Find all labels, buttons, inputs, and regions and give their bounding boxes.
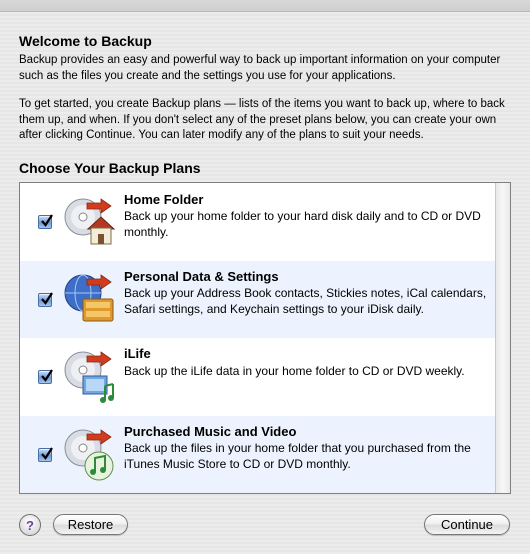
restore-button[interactable]: Restore — [53, 514, 128, 535]
welcome-paragraph-1: Backup provides an easy and powerful way… — [19, 54, 501, 82]
ilife-icon — [61, 346, 119, 404]
plan-row-ilife[interactable]: iLife Back up the iLife data in your hom… — [20, 338, 496, 416]
plan-checkbox-personal-data[interactable] — [38, 292, 53, 307]
personal-data-icon — [61, 269, 119, 327]
plan-description-purchased-music: Back up the files in your home folder th… — [124, 441, 471, 471]
purchased-music-icon — [61, 424, 119, 482]
backup-plans-list[interactable]: Home Folder Back up your home folder to … — [19, 182, 511, 494]
plan-description-personal-data: Back up your Address Book contacts, Stic… — [124, 286, 487, 316]
welcome-paragraph-2: To get started, you create Backup plans … — [19, 98, 505, 141]
plans-list-scrollbar[interactable] — [495, 183, 510, 493]
help-button[interactable]: ? — [19, 514, 41, 536]
welcome-title: Welcome to Backup — [19, 33, 152, 49]
continue-button[interactable]: Continue — [424, 514, 510, 535]
plans-section-title: Choose Your Backup Plans — [19, 160, 201, 176]
plan-row-purchased-music[interactable]: Purchased Music and Video Back up the fi… — [20, 416, 496, 493]
plan-title-home-folder: Home Folder — [124, 192, 204, 207]
plan-title-personal-data: Personal Data & Settings — [124, 269, 279, 284]
window-top-edge — [0, 0, 530, 12]
plan-row-personal-data[interactable]: Personal Data & Settings Back up your Ad… — [20, 261, 496, 338]
plan-row-home-folder[interactable]: Home Folder Back up your home folder to … — [20, 183, 496, 261]
plan-description-home-folder: Back up your home folder to your hard di… — [124, 209, 481, 239]
home-folder-icon — [61, 191, 119, 249]
plan-checkbox-home-folder[interactable] — [38, 214, 53, 229]
plan-checkbox-ilife[interactable] — [38, 369, 53, 384]
plan-title-purchased-music: Purchased Music and Video — [124, 424, 297, 439]
plan-checkbox-purchased-music[interactable] — [38, 447, 53, 462]
welcome-section: Welcome to Backup Backup provides an eas… — [19, 33, 514, 157]
plan-title-ilife: iLife — [124, 346, 151, 361]
plan-description-ilife: Back up the iLife data in your home fold… — [124, 364, 465, 378]
